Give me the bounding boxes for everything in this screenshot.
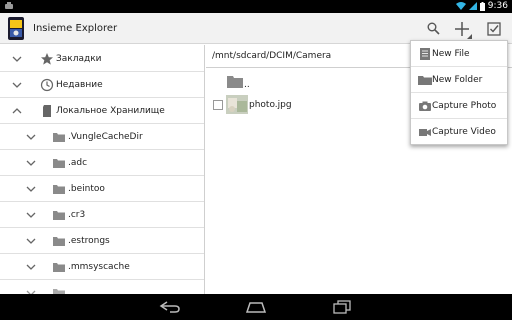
tree-item-folder[interactable]: .estrongs bbox=[0, 228, 204, 254]
folder-icon bbox=[53, 237, 65, 246]
app-logo-icon[interactable] bbox=[8, 17, 24, 40]
folder-icon bbox=[53, 185, 65, 194]
menu-item-label: Capture Video bbox=[432, 127, 496, 137]
folder-icon bbox=[53, 211, 65, 220]
recent-apps-button[interactable] bbox=[322, 294, 362, 320]
add-dropdown-menu: New File New Folder Capture Photo Captur… bbox=[410, 40, 508, 145]
image-thumbnail-icon bbox=[226, 95, 248, 114]
tree-item-folder[interactable]: .mmsyscache bbox=[0, 254, 204, 280]
chevron-down-icon[interactable] bbox=[24, 130, 38, 144]
home-button[interactable] bbox=[236, 294, 276, 320]
tree-item-label: .beintoo bbox=[68, 184, 105, 194]
star-icon bbox=[41, 53, 53, 65]
chevron-down-icon[interactable] bbox=[24, 182, 38, 196]
tree-item-recent[interactable]: Недавние bbox=[0, 72, 204, 98]
wifi-icon bbox=[455, 2, 466, 10]
menu-item-new-folder[interactable]: New Folder bbox=[411, 67, 507, 93]
recent-apps-icon bbox=[333, 300, 351, 314]
tree-item-label: Закладки bbox=[56, 54, 102, 64]
back-icon bbox=[159, 301, 180, 313]
tree-item-label: .estrongs bbox=[68, 236, 110, 246]
sdcard-icon bbox=[43, 105, 51, 117]
battery-icon bbox=[479, 2, 485, 11]
tree-item-folder-partial[interactable] bbox=[0, 280, 204, 294]
tree-item-local-storage[interactable]: Локальное Хранилище bbox=[0, 98, 204, 124]
clock-icon bbox=[40, 78, 54, 92]
file-checkbox[interactable] bbox=[213, 100, 223, 110]
plus-icon bbox=[455, 21, 472, 39]
chevron-up-icon[interactable] bbox=[10, 104, 24, 118]
camera-icon bbox=[419, 101, 431, 111]
menu-item-capture-photo[interactable]: Capture Photo bbox=[411, 93, 507, 119]
tree-item-folder[interactable]: .adc bbox=[0, 150, 204, 176]
chevron-down-icon[interactable] bbox=[24, 286, 38, 294]
menu-item-new-file[interactable]: New File bbox=[411, 41, 507, 67]
tree-item-label: .cr3 bbox=[68, 210, 86, 220]
tree-item-label: Недавние bbox=[56, 80, 103, 90]
home-icon bbox=[245, 302, 267, 313]
folder-icon bbox=[418, 76, 432, 85]
menu-item-label: New Folder bbox=[432, 75, 483, 85]
back-button[interactable] bbox=[150, 294, 190, 320]
tree-item-folder[interactable]: .beintoo bbox=[0, 176, 204, 202]
app-title: Insieme Explorer bbox=[33, 23, 118, 34]
video-camera-icon bbox=[419, 129, 431, 136]
tree-item-folder[interactable]: .VungleCacheDir bbox=[0, 124, 204, 150]
chevron-down-icon[interactable] bbox=[10, 52, 24, 66]
status-bar: 9:36 bbox=[0, 0, 512, 13]
folder-icon bbox=[53, 133, 65, 142]
folder-icon bbox=[53, 263, 65, 272]
tree-item-folder[interactable]: .cr3 bbox=[0, 202, 204, 228]
navigation-bar bbox=[0, 294, 512, 320]
chevron-down-icon[interactable] bbox=[24, 156, 38, 170]
file-icon bbox=[420, 48, 430, 60]
file-name: photo.jpg bbox=[249, 100, 292, 110]
folder-icon bbox=[53, 289, 65, 294]
search-icon bbox=[427, 22, 440, 35]
menu-item-label: New File bbox=[432, 49, 470, 59]
menu-item-label: Capture Photo bbox=[432, 101, 497, 111]
tree-item-label: Локальное Хранилище bbox=[56, 106, 165, 116]
tree-item-label: .mmsyscache bbox=[68, 262, 130, 272]
screen: 9:36 Insieme Explorer Закладки Недавние … bbox=[0, 0, 512, 320]
chevron-down-icon[interactable] bbox=[24, 260, 38, 274]
folder-icon bbox=[53, 159, 65, 168]
chevron-down-icon[interactable] bbox=[24, 208, 38, 222]
menu-item-capture-video[interactable]: Capture Video bbox=[411, 119, 507, 145]
checkbox-icon bbox=[487, 21, 501, 36]
current-path: /mnt/sdcard/DCIM/Camera bbox=[212, 51, 332, 61]
chevron-down-icon[interactable] bbox=[24, 234, 38, 248]
tree-item-label: .VungleCacheDir bbox=[68, 132, 143, 142]
signal-icon bbox=[468, 2, 477, 10]
android-notification-icon bbox=[5, 2, 13, 9]
tree-item-bookmarks[interactable]: Закладки bbox=[0, 46, 204, 72]
chevron-down-icon[interactable] bbox=[10, 78, 24, 92]
folder-up-icon bbox=[227, 76, 243, 88]
tree-item-label: .adc bbox=[68, 158, 88, 168]
status-time: 9:36 bbox=[487, 1, 508, 11]
folder-tree-panel[interactable]: Закладки Недавние Локальное Хранилище .V… bbox=[0, 45, 205, 294]
